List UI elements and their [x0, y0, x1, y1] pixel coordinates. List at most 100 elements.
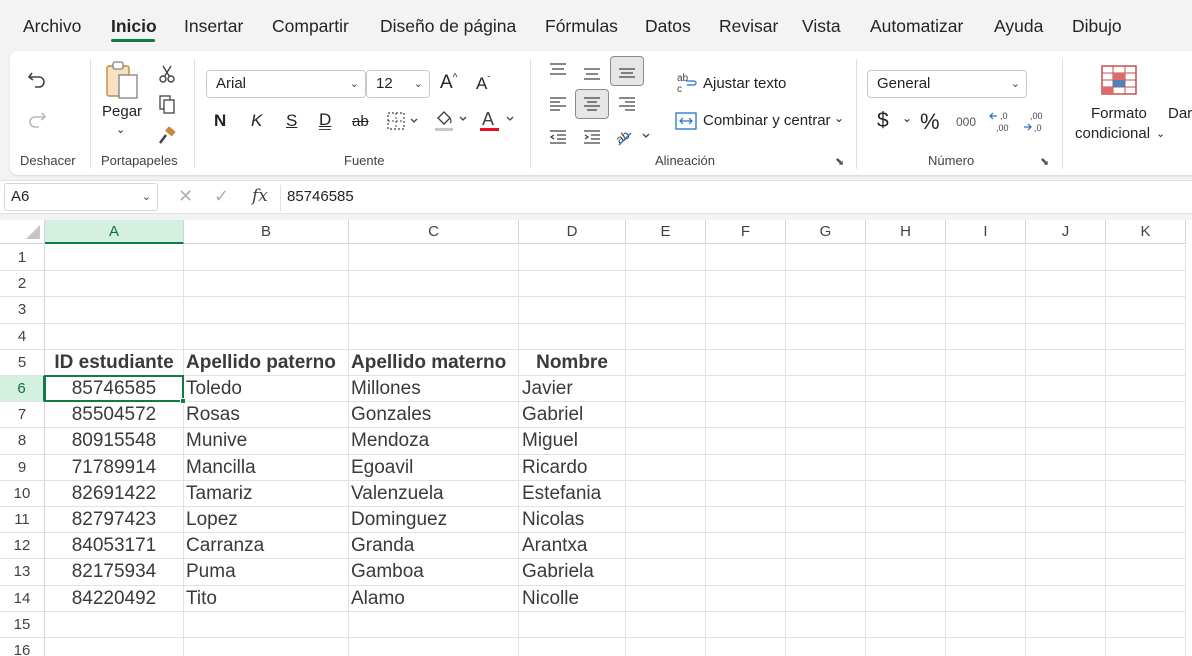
cell-c16[interactable]: [349, 638, 519, 656]
cell-d16[interactable]: [519, 638, 626, 656]
cell-j7[interactable]: [1026, 402, 1106, 429]
row-header-3[interactable]: 3: [0, 297, 45, 324]
alignment-launcher-icon[interactable]: ⬊: [835, 155, 844, 168]
cell-e4[interactable]: [626, 323, 706, 350]
cell-e3[interactable]: [626, 297, 706, 324]
strikethrough-button[interactable]: ab: [352, 113, 369, 130]
cell-f11[interactable]: [706, 507, 786, 534]
cell-h8[interactable]: [866, 428, 946, 455]
merge-dropdown-icon[interactable]: ⌄: [834, 111, 844, 125]
cell-d1[interactable]: [519, 245, 626, 272]
cell-g11[interactable]: [786, 507, 866, 534]
cell-h15[interactable]: [866, 611, 946, 638]
cell-i14[interactable]: [946, 585, 1026, 612]
align-center-button[interactable]: [575, 89, 609, 119]
number-launcher-icon[interactable]: ⬊: [1040, 155, 1049, 168]
cell-e6[interactable]: [626, 376, 706, 403]
cell-g12[interactable]: [786, 533, 866, 560]
cell-k14[interactable]: [1106, 585, 1186, 612]
row-header-10[interactable]: 10: [0, 480, 45, 507]
currency-dropdown-icon[interactable]: ⌄: [902, 111, 912, 125]
cell-a3[interactable]: [45, 297, 184, 324]
cell-h3[interactable]: [866, 297, 946, 324]
cancel-icon[interactable]: ✕: [178, 186, 193, 207]
cell-d14[interactable]: Nicolle: [519, 585, 626, 612]
cell-c2[interactable]: [349, 271, 519, 298]
cell-c6[interactable]: Millones: [349, 376, 519, 403]
cell-d13[interactable]: Gabriela: [519, 559, 626, 586]
cell-f13[interactable]: [706, 559, 786, 586]
cell-g10[interactable]: [786, 480, 866, 507]
row-header-11[interactable]: 11: [0, 507, 45, 534]
cell-b6[interactable]: Toledo: [184, 376, 349, 403]
cell-j15[interactable]: [1026, 611, 1106, 638]
menu-compartir[interactable]: Compartir: [272, 16, 349, 37]
row-header-9[interactable]: 9: [0, 454, 45, 481]
cell-e16[interactable]: [626, 638, 706, 656]
cell-b4[interactable]: [184, 323, 349, 350]
conditional-formatting-label-1[interactable]: Formato: [1091, 105, 1147, 122]
cell-a13[interactable]: 82175934: [45, 559, 184, 586]
row-header-2[interactable]: 2: [0, 271, 45, 298]
column-header-h[interactable]: H: [866, 220, 946, 244]
cell-j9[interactable]: [1026, 454, 1106, 481]
cell-e12[interactable]: [626, 533, 706, 560]
cell-d8[interactable]: Miguel: [519, 428, 626, 455]
cell-a9[interactable]: 71789914: [45, 454, 184, 481]
row-header-13[interactable]: 13: [0, 559, 45, 586]
cell-c1[interactable]: [349, 245, 519, 272]
cell-e13[interactable]: [626, 559, 706, 586]
cell-g3[interactable]: [786, 297, 866, 324]
name-box[interactable]: A6 ⌄: [4, 183, 158, 211]
cell-k16[interactable]: [1106, 638, 1186, 656]
cell-f12[interactable]: [706, 533, 786, 560]
cell-j4[interactable]: [1026, 323, 1106, 350]
cell-e7[interactable]: [626, 402, 706, 429]
cell-k3[interactable]: [1106, 297, 1186, 324]
cell-f1[interactable]: [706, 245, 786, 272]
cell-f10[interactable]: [706, 480, 786, 507]
cell-j11[interactable]: [1026, 507, 1106, 534]
cell-k12[interactable]: [1106, 533, 1186, 560]
paste-dropdown-icon[interactable]: ⌄: [116, 123, 125, 136]
cell-k7[interactable]: [1106, 402, 1186, 429]
column-header-b[interactable]: B: [184, 220, 349, 244]
cell-d6[interactable]: Javier: [519, 376, 626, 403]
column-header-a[interactable]: A: [45, 220, 184, 244]
row-header-16[interactable]: 16: [0, 638, 45, 656]
cell-g7[interactable]: [786, 402, 866, 429]
cell-b14[interactable]: Tito: [184, 585, 349, 612]
menu-ayuda[interactable]: Ayuda: [994, 16, 1043, 37]
column-header-i[interactable]: I: [946, 220, 1026, 244]
cell-i2[interactable]: [946, 271, 1026, 298]
cell-d4[interactable]: [519, 323, 626, 350]
cell-f14[interactable]: [706, 585, 786, 612]
row-header-8[interactable]: 8: [0, 428, 45, 455]
cell-d9[interactable]: Ricardo: [519, 454, 626, 481]
menu-diseno-pagina[interactable]: Diseño de página: [380, 16, 516, 37]
align-middle-button[interactable]: [579, 60, 605, 86]
cell-b7[interactable]: Rosas: [184, 402, 349, 429]
cell-g9[interactable]: [786, 454, 866, 481]
align-top-button[interactable]: [545, 57, 571, 83]
cell-g4[interactable]: [786, 323, 866, 350]
spreadsheet-grid[interactable]: A B C D E F G H I J K 1 2 3 4 5 6 7 8 9 10 11 12 13 14 15 16 ID est…: [0, 220, 1192, 656]
cell-a16[interactable]: [45, 638, 184, 656]
cell-b13[interactable]: Puma: [184, 559, 349, 586]
cell-k15[interactable]: [1106, 611, 1186, 638]
percent-button[interactable]: %: [920, 109, 940, 135]
cell-a1[interactable]: [45, 245, 184, 272]
row-header-4[interactable]: 4: [0, 323, 45, 350]
double-underline-button[interactable]: D: [319, 111, 332, 130]
menu-vista[interactable]: Vista: [802, 16, 841, 37]
cell-h10[interactable]: [866, 480, 946, 507]
cell-j13[interactable]: [1026, 559, 1106, 586]
cell-i1[interactable]: [946, 245, 1026, 272]
cell-a6[interactable]: 85746585: [45, 376, 184, 403]
cell-d7[interactable]: Gabriel: [519, 402, 626, 429]
cell-j3[interactable]: [1026, 297, 1106, 324]
row-header-1[interactable]: 1: [0, 245, 45, 272]
cell-b3[interactable]: [184, 297, 349, 324]
cell-e11[interactable]: [626, 507, 706, 534]
cell-f7[interactable]: [706, 402, 786, 429]
